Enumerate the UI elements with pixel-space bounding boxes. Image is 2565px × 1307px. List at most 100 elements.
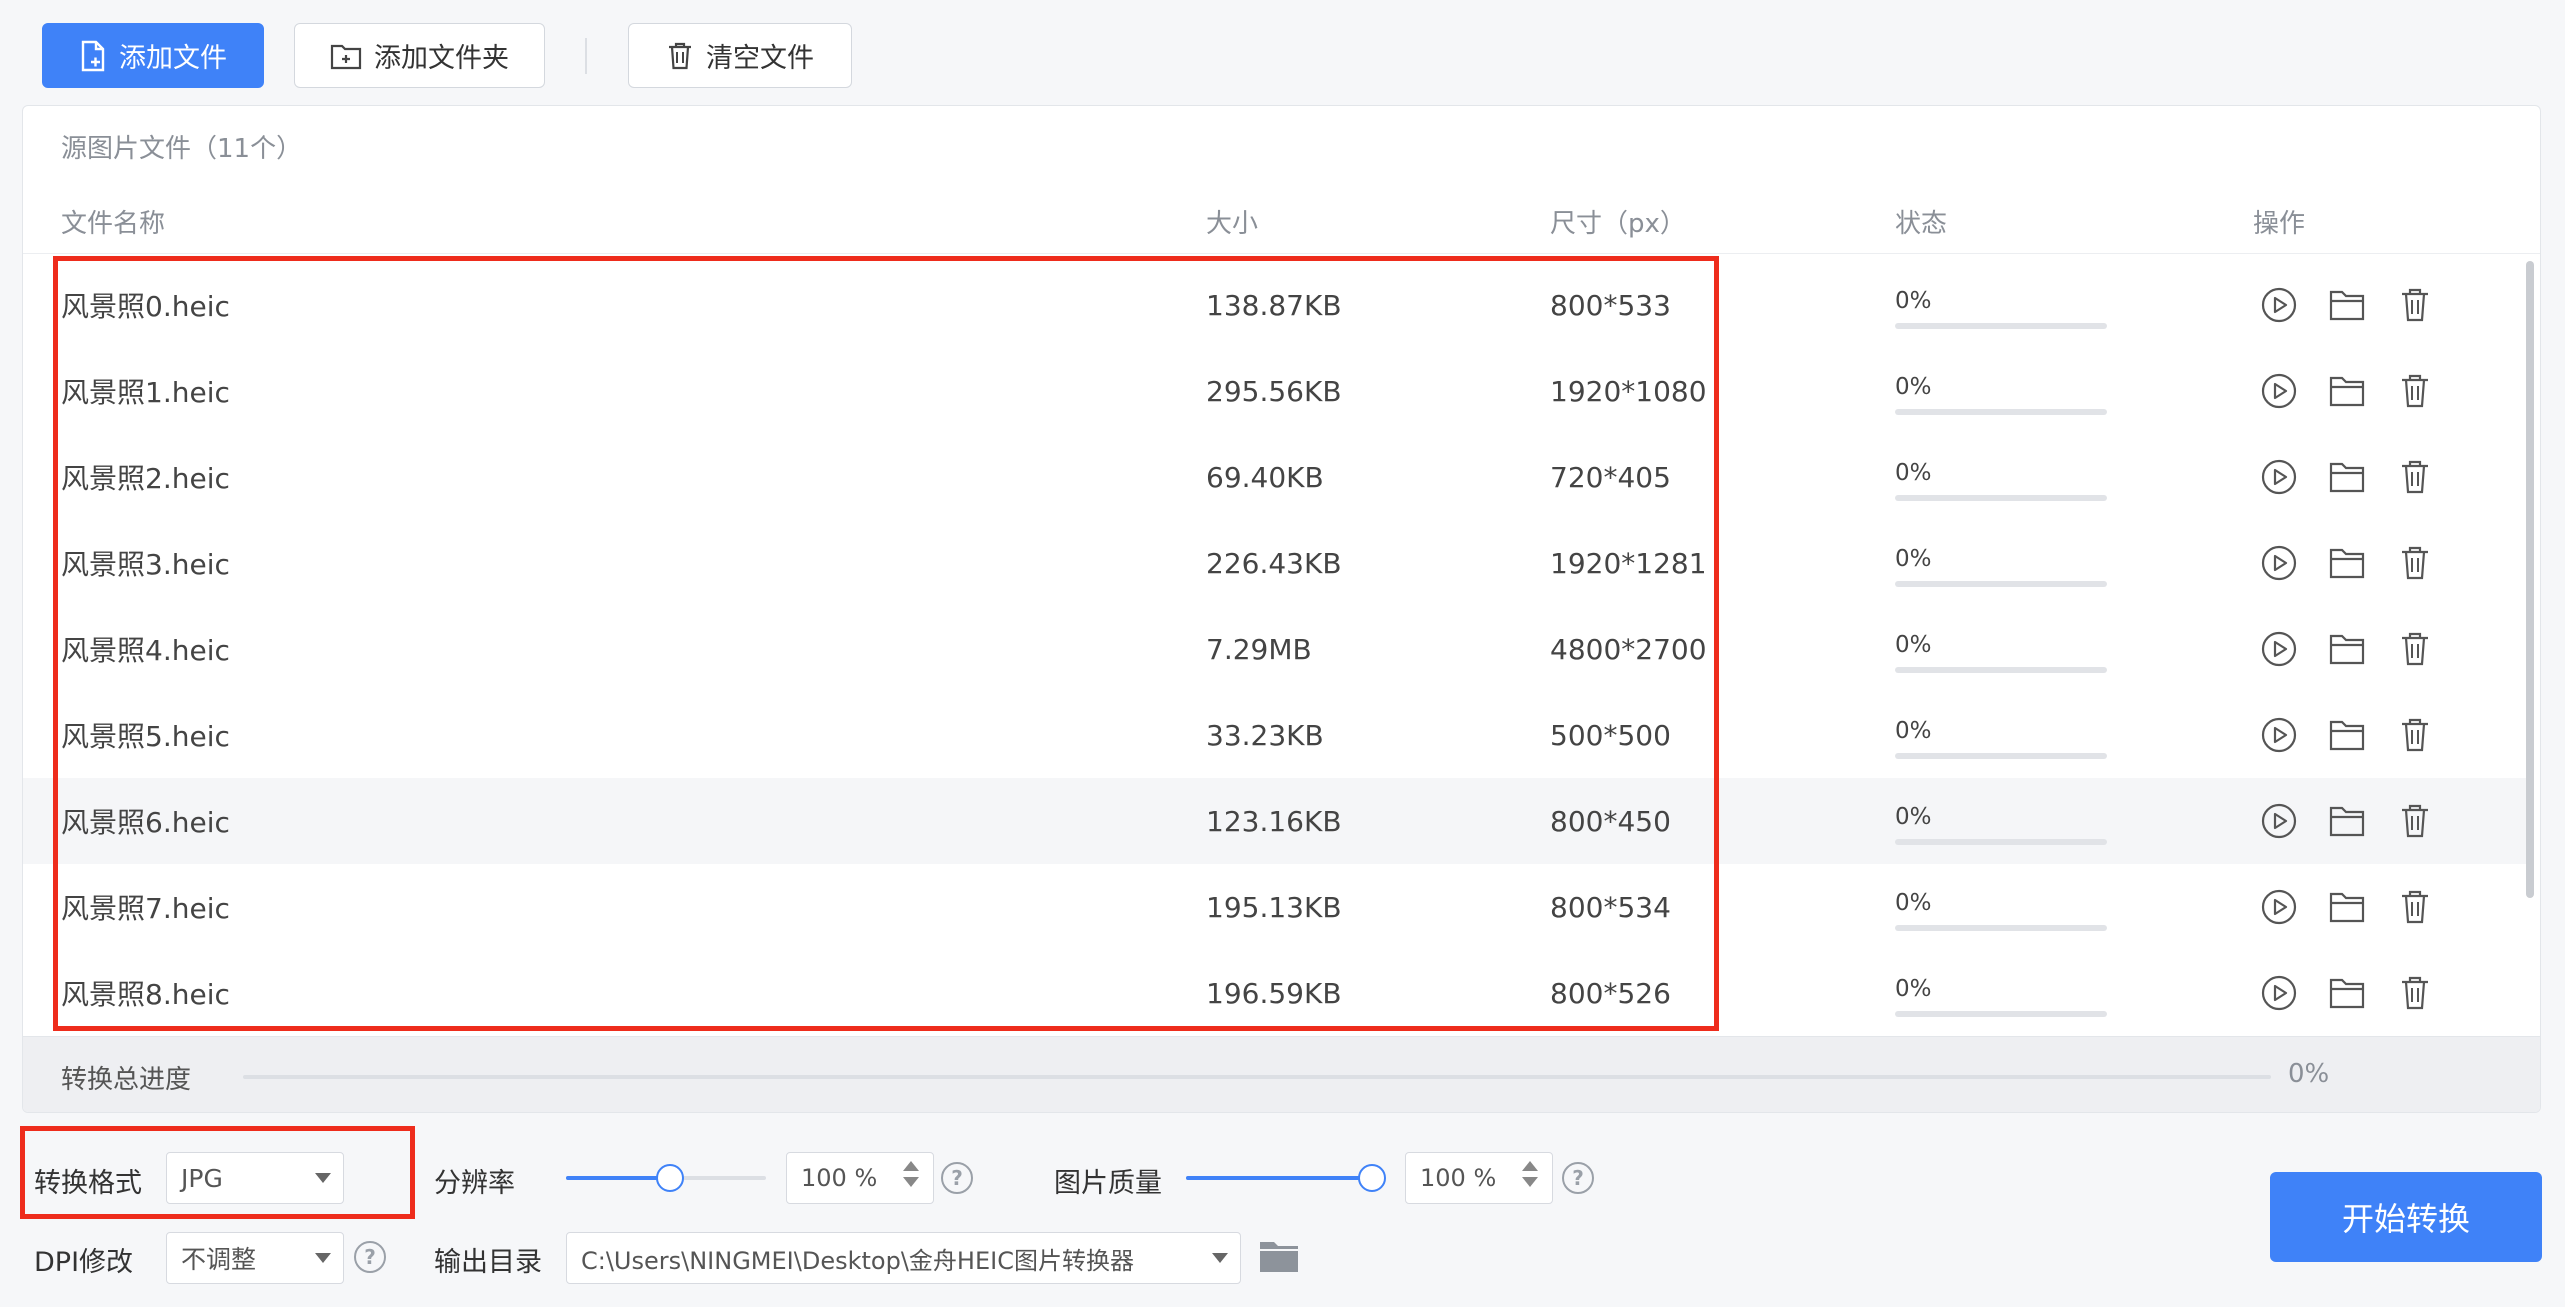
output-dir-label: 输出目录 bbox=[434, 1247, 542, 1278]
folder-icon[interactable] bbox=[2327, 285, 2367, 325]
play-icon[interactable] bbox=[2259, 973, 2299, 1013]
file-size: 195.13KB bbox=[1206, 890, 1342, 924]
toolbar: 添加文件 添加文件夹 清空文件 bbox=[0, 0, 2565, 105]
file-status: 0% bbox=[1895, 376, 2107, 415]
file-list-panel: 源图片文件（11个） 文件名称 大小 尺寸（px） 状态 操作 风景照0.hei… bbox=[22, 105, 2541, 1113]
add-folder-button[interactable]: 添加文件夹 bbox=[294, 23, 545, 88]
file-progress-bar bbox=[1895, 925, 2107, 931]
file-size: 226.43KB bbox=[1206, 546, 1342, 580]
table-row[interactable]: 风景照5.heic 33.23KB 500*500 0% bbox=[23, 692, 2533, 778]
table-row[interactable]: 风景照3.heic 226.43KB 1920*1281 0% bbox=[23, 520, 2533, 606]
start-convert-button[interactable]: 开始转换 bbox=[2270, 1172, 2542, 1262]
folder-icon[interactable] bbox=[2327, 371, 2367, 411]
row-actions bbox=[2259, 434, 2435, 520]
resolution-help-icon[interactable]: ? bbox=[941, 1162, 973, 1194]
table-row[interactable]: 风景照8.heic 196.59KB 800*526 0% bbox=[23, 950, 2533, 1034]
clear-files-button[interactable]: 清空文件 bbox=[628, 23, 852, 88]
table-row[interactable]: 风景照0.heic 138.87KB 800*533 0% bbox=[23, 262, 2533, 348]
output-dir-select[interactable]: C:\Users\NINGMEI\Desktop\金舟HEIC图片转换器 bbox=[566, 1232, 1241, 1284]
file-size: 196.59KB bbox=[1206, 976, 1342, 1010]
trash-icon[interactable] bbox=[2395, 801, 2435, 841]
format-select[interactable]: JPG bbox=[166, 1152, 344, 1204]
add-file-icon bbox=[79, 40, 107, 72]
folder-icon[interactable] bbox=[2327, 973, 2367, 1013]
resolution-value: 100 bbox=[801, 1164, 847, 1192]
stepper-down-icon[interactable] bbox=[1522, 1177, 1538, 1187]
file-name: 风景照5.heic bbox=[61, 720, 230, 753]
add-file-label: 添加文件 bbox=[119, 43, 227, 74]
play-icon[interactable] bbox=[2259, 285, 2299, 325]
add-file-button[interactable]: 添加文件 bbox=[42, 23, 264, 88]
quality-slider[interactable] bbox=[1186, 1163, 1386, 1193]
folder-icon[interactable] bbox=[2327, 887, 2367, 927]
trash-icon bbox=[666, 41, 694, 71]
trash-icon[interactable] bbox=[2395, 285, 2435, 325]
trash-icon[interactable] bbox=[2395, 371, 2435, 411]
file-size: 123.16KB bbox=[1206, 804, 1342, 838]
table-row[interactable]: 风景照6.heic 123.16KB 800*450 0% bbox=[23, 778, 2533, 864]
format-value: JPG bbox=[181, 1163, 223, 1193]
scrollbar-thumb[interactable] bbox=[2526, 261, 2534, 898]
trash-icon[interactable] bbox=[2395, 629, 2435, 669]
clear-files-label: 清空文件 bbox=[706, 43, 814, 74]
resolution-stepper[interactable]: 100 % bbox=[786, 1152, 934, 1204]
play-icon[interactable] bbox=[2259, 629, 2299, 669]
file-status: 0% bbox=[1895, 806, 2107, 845]
file-status: 0% bbox=[1895, 548, 2107, 587]
file-dimensions: 800*534 bbox=[1550, 890, 1671, 924]
trash-icon[interactable] bbox=[2395, 887, 2435, 927]
folder-icon[interactable] bbox=[2327, 543, 2367, 583]
file-name: 风景照6.heic bbox=[61, 806, 230, 839]
file-dimensions: 800*533 bbox=[1550, 288, 1671, 322]
dpi-help-icon[interactable]: ? bbox=[354, 1241, 386, 1273]
status-percent: 0% bbox=[1895, 546, 1932, 572]
folder-icon[interactable] bbox=[2327, 801, 2367, 841]
table-row[interactable]: 风景照1.heic 295.56KB 1920*1080 0% bbox=[23, 348, 2533, 434]
file-name: 风景照8.heic bbox=[61, 978, 230, 1011]
column-header-size: 大小 bbox=[1206, 209, 1259, 239]
play-icon[interactable] bbox=[2259, 715, 2299, 755]
quality-stepper[interactable]: 100 % bbox=[1405, 1152, 1553, 1204]
file-status: 0% bbox=[1895, 978, 2107, 1017]
chevron-down-icon bbox=[315, 1253, 331, 1263]
scrollbar[interactable] bbox=[2526, 261, 2534, 1001]
file-dimensions: 4800*2700 bbox=[1550, 632, 1707, 666]
file-dimensions: 800*450 bbox=[1550, 804, 1671, 838]
play-icon[interactable] bbox=[2259, 543, 2299, 583]
dpi-value: 不调整 bbox=[181, 1245, 257, 1274]
quality-slider-thumb[interactable] bbox=[1358, 1164, 1386, 1192]
play-icon[interactable] bbox=[2259, 457, 2299, 497]
dpi-select[interactable]: 不调整 bbox=[166, 1232, 344, 1284]
browse-folder-icon[interactable] bbox=[1258, 1236, 1300, 1276]
stepper-arrows[interactable] bbox=[1522, 1161, 1538, 1187]
trash-icon[interactable] bbox=[2395, 543, 2435, 583]
folder-icon[interactable] bbox=[2327, 715, 2367, 755]
stepper-up-icon[interactable] bbox=[903, 1161, 919, 1171]
stepper-arrows[interactable] bbox=[903, 1161, 919, 1187]
file-status: 0% bbox=[1895, 290, 2107, 329]
file-size: 138.87KB bbox=[1206, 288, 1342, 322]
row-actions bbox=[2259, 864, 2435, 950]
trash-icon[interactable] bbox=[2395, 457, 2435, 497]
play-icon[interactable] bbox=[2259, 801, 2299, 841]
folder-icon[interactable] bbox=[2327, 457, 2367, 497]
status-percent: 0% bbox=[1895, 718, 1932, 744]
play-icon[interactable] bbox=[2259, 371, 2299, 411]
column-header-dimensions: 尺寸（px） bbox=[1550, 209, 1686, 239]
resolution-slider[interactable] bbox=[566, 1163, 766, 1193]
trash-icon[interactable] bbox=[2395, 973, 2435, 1013]
stepper-down-icon[interactable] bbox=[903, 1177, 919, 1187]
resolution-slider-thumb[interactable] bbox=[656, 1164, 684, 1192]
status-percent: 0% bbox=[1895, 460, 1932, 486]
trash-icon[interactable] bbox=[2395, 715, 2435, 755]
table-row[interactable]: 风景照7.heic 195.13KB 800*534 0% bbox=[23, 864, 2533, 950]
file-status: 0% bbox=[1895, 720, 2107, 759]
play-icon[interactable] bbox=[2259, 887, 2299, 927]
status-percent: 0% bbox=[1895, 374, 1932, 400]
stepper-up-icon[interactable] bbox=[1522, 1161, 1538, 1171]
folder-icon[interactable] bbox=[2327, 629, 2367, 669]
table-row[interactable]: 风景照4.heic 7.29MB 4800*2700 0% bbox=[23, 606, 2533, 692]
quality-help-icon[interactable]: ? bbox=[1562, 1162, 1594, 1194]
file-progress-bar bbox=[1895, 581, 2107, 587]
table-row[interactable]: 风景照2.heic 69.40KB 720*405 0% bbox=[23, 434, 2533, 520]
